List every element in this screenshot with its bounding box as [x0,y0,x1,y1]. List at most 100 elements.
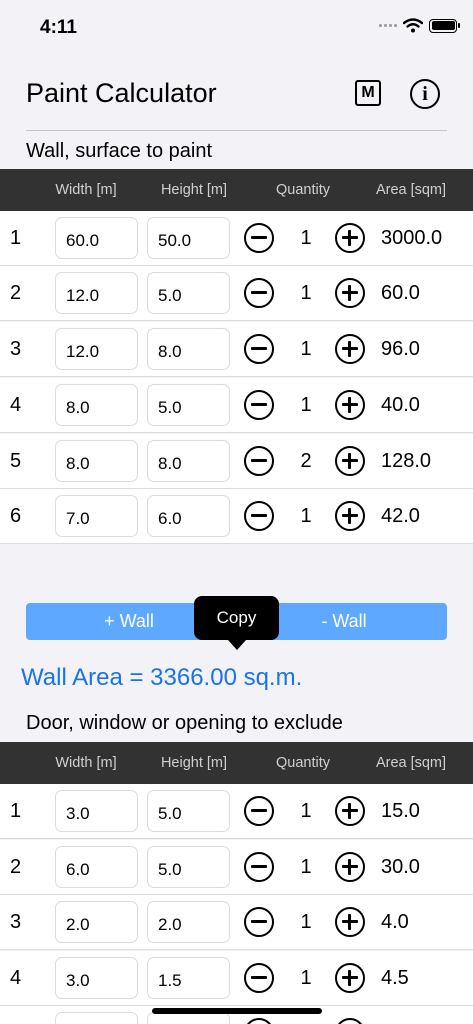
info-icon[interactable]: i [410,79,440,109]
quantity-value: 1 [300,227,312,249]
wall-row: 3 12.0 8.0 1 96.0 [0,322,473,377]
area-value: 42.0 [381,505,420,527]
decrement-quantity-button[interactable] [244,907,274,937]
opening-row: 1 3.0 5.0 1 15.0 [0,784,473,839]
status-icons [379,18,460,33]
decrement-quantity-button[interactable] [244,390,274,420]
width-field[interactable]: 12.0 [55,328,138,370]
status-bar: 4:11 [0,0,473,56]
wall-row: 1 60.0 50.0 1 3000.0 [0,211,473,266]
column-area: Area [sqm] [375,182,447,198]
decrement-quantity-button[interactable] [244,501,274,531]
column-quantity: Quantity [276,755,330,771]
openings-table-header: Width [m] Height [m] Quantity Area [sqm] [0,742,473,784]
row-index: 2 [10,856,22,878]
quantity-value: 1 [300,394,312,416]
height-field[interactable]: 6.0 [147,495,230,537]
increment-quantity-button[interactable] [335,223,365,253]
row-index: 5 [10,450,22,472]
increment-quantity-button[interactable] [335,907,365,937]
increment-quantity-button[interactable] [335,446,365,476]
opening-row: 2 6.0 5.0 1 30.0 [0,840,473,895]
width-field[interactable]: 12.0 [55,272,138,314]
decrement-quantity-button[interactable] [244,446,274,476]
height-field[interactable]: 8.0 [147,440,230,482]
height-field[interactable]: 2.0 [147,901,230,943]
area-value: 15.0 [381,800,420,822]
quantity-value: 1 [300,800,312,822]
increment-quantity-button[interactable] [335,852,365,882]
wall-row: 6 7.0 6.0 1 42.0 [0,489,473,544]
width-field[interactable]: 3.0 [55,957,138,999]
column-height: Height [m] [160,182,228,198]
wifi-icon [403,18,423,33]
quantity-value: 1 [300,338,312,360]
quantity-value: 1 [300,505,312,527]
height-field[interactable]: 50.0 [147,217,230,259]
width-field[interactable]: 8.0 [55,440,138,482]
decrement-quantity-button[interactable] [244,278,274,308]
increment-quantity-button[interactable] [335,963,365,993]
row-index: 6 [10,505,22,527]
height-field[interactable]: 5.0 [147,384,230,426]
opening-row: 3 2.0 2.0 1 4.0 [0,895,473,950]
area-value: 40.0 [381,394,420,416]
quantity-value: 2 [300,450,312,472]
quantity-value: 1 [300,856,312,878]
wall-row: 4 8.0 5.0 1 40.0 [0,378,473,433]
wall-row: 2 12.0 5.0 1 60.0 [0,266,473,321]
page-title: Paint Calculator [26,78,217,108]
openings-section-title: Door, window or opening to exclude [26,712,343,734]
title-divider [26,130,447,131]
height-field[interactable]: 5.0 [147,790,230,832]
increment-quantity-button[interactable] [335,501,365,531]
decrement-quantity-button[interactable] [244,852,274,882]
row-index: 3 [10,911,22,933]
status-time: 4:11 [40,17,77,38]
decrement-quantity-button[interactable] [244,963,274,993]
increment-quantity-button[interactable] [335,390,365,420]
decrement-quantity-button[interactable] [244,223,274,253]
height-field[interactable]: 5.0 [147,846,230,888]
width-field[interactable] [55,1012,138,1024]
decrement-quantity-button[interactable] [244,1018,274,1024]
column-height: Height [m] [160,755,228,771]
column-quantity: Quantity [276,182,330,198]
width-field[interactable]: 2.0 [55,901,138,943]
quantity-value: 1 [300,911,312,933]
increment-quantity-button[interactable] [335,334,365,364]
increment-quantity-button[interactable] [335,278,365,308]
row-index: 4 [10,967,22,989]
cellular-signal-icon [379,24,397,27]
memory-button[interactable]: M [355,80,381,106]
row-index: 2 [10,282,22,304]
quantity-value: 1 [300,967,312,989]
height-field[interactable]: 8.0 [147,328,230,370]
wall-area-total[interactable]: Wall Area = 3366.00 sq.m. [21,664,302,692]
area-value: 4.5 [381,967,409,989]
width-field[interactable]: 60.0 [55,217,138,259]
width-field[interactable]: 8.0 [55,384,138,426]
area-value: 4.0 [381,911,409,933]
height-field[interactable]: 1.5 [147,957,230,999]
home-indicator[interactable] [152,1008,322,1014]
width-field[interactable]: 3.0 [55,790,138,832]
height-field[interactable]: 5.0 [147,272,230,314]
width-field[interactable]: 7.0 [55,495,138,537]
quantity-value: 1 [300,282,312,304]
area-value: 60.0 [381,282,420,304]
row-index: 1 [10,800,22,822]
increment-quantity-button[interactable] [335,1018,365,1024]
width-field[interactable]: 6.0 [55,846,138,888]
decrement-quantity-button[interactable] [244,796,274,826]
battery-icon [429,18,460,33]
copy-menu-button[interactable]: Copy [194,596,279,650]
area-value: 30.0 [381,856,420,878]
area-value: 96.0 [381,338,420,360]
decrement-quantity-button[interactable] [244,334,274,364]
row-index: 4 [10,394,22,416]
walls-section-title: Wall, surface to paint [26,140,213,162]
wall-row: 5 8.0 8.0 2 128.0 [0,434,473,489]
increment-quantity-button[interactable] [335,796,365,826]
area-value: 3000.0 [381,227,443,249]
